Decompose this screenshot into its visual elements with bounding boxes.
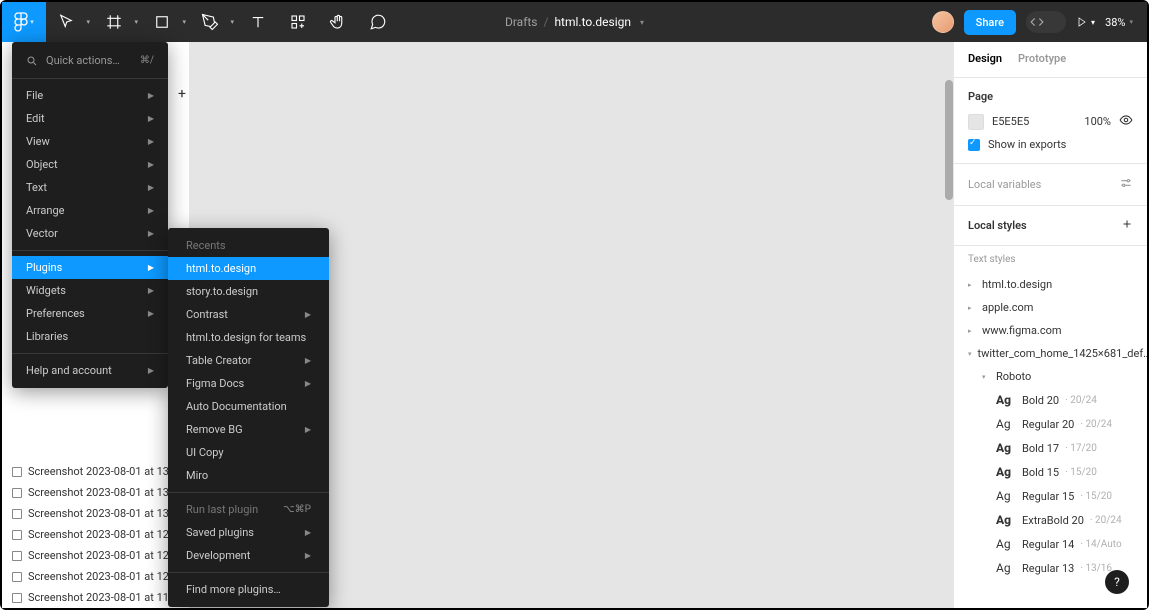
show-in-exports-label: Show in exports xyxy=(988,138,1066,151)
main-area: Design Prototype Page E5E5E5 100% Show i… xyxy=(2,42,1147,608)
ag-icon: Ag xyxy=(996,561,1016,575)
text-style-item[interactable]: AgExtraBold 2020/24 xyxy=(968,508,1133,532)
sliders-icon[interactable] xyxy=(1119,176,1133,193)
ag-icon: Ag xyxy=(996,489,1016,503)
text-tool[interactable] xyxy=(238,2,278,42)
style-group[interactable]: ▸html.to.design xyxy=(968,273,1133,296)
share-button[interactable]: Share xyxy=(964,10,1016,35)
local-variables-section[interactable]: Local variables xyxy=(954,164,1147,206)
ag-icon: Ag xyxy=(996,417,1016,431)
text-style-item[interactable]: AgRegular 1515/20 xyxy=(968,484,1133,508)
page-opacity[interactable]: 100% xyxy=(1084,115,1111,128)
style-group[interactable]: ▸apple.com xyxy=(968,296,1133,319)
help-button[interactable]: ? xyxy=(1105,570,1129,594)
canvas-scrollbar[interactable] xyxy=(945,80,953,200)
top-toolbar: ▾ ▾ ▾ ▾ ▾ Drafts / html.to.design ▾ Shar… xyxy=(2,2,1147,42)
ag-icon: Ag xyxy=(996,513,1016,527)
figma-logo-icon xyxy=(14,12,28,32)
right-panel-tabs: Design Prototype xyxy=(954,42,1147,78)
avatar[interactable] xyxy=(932,11,954,33)
ag-icon: Ag xyxy=(996,465,1016,479)
text-style-item[interactable]: AgBold 2020/24 xyxy=(968,388,1133,412)
pen-tool[interactable]: ▾ xyxy=(190,2,238,42)
resources-tool[interactable] xyxy=(278,2,318,42)
play-icon xyxy=(1076,16,1088,28)
ag-icon: Ag xyxy=(996,441,1016,455)
page-title: Page xyxy=(968,90,1133,103)
tab-prototype[interactable]: Prototype xyxy=(1018,52,1066,77)
right-panel: Design Prototype Page E5E5E5 100% Show i… xyxy=(953,42,1147,608)
page-hex[interactable]: E5E5E5 xyxy=(992,115,1076,128)
breadcrumb[interactable]: Drafts / html.to.design ▾ xyxy=(505,15,644,29)
text-style-item[interactable]: AgRegular 2020/24 xyxy=(968,412,1133,436)
breadcrumb-file: html.to.design xyxy=(554,15,631,29)
add-style-button[interactable] xyxy=(1121,218,1133,233)
font-family-group[interactable]: ▾Roboto xyxy=(968,365,1133,388)
hand-tool[interactable] xyxy=(318,2,358,42)
style-group-twitter[interactable]: ▾twitter_com_home_1425×681_def… xyxy=(968,342,1133,365)
tab-design[interactable]: Design xyxy=(968,52,1002,77)
toolbar-right: Share ▾ 38%▾ xyxy=(932,2,1147,42)
figma-menu-button[interactable]: ▾ xyxy=(2,2,46,42)
dev-mode-toggle[interactable] xyxy=(1026,11,1066,33)
style-group[interactable]: ▸www.figma.com xyxy=(968,319,1133,342)
chevron-down-icon: ▾ xyxy=(640,18,644,27)
zoom-control[interactable]: 38%▾ xyxy=(1105,16,1133,29)
frame-tool[interactable]: ▾ xyxy=(94,2,142,42)
styles-body: Text styles ▸html.to.design ▸apple.com ▸… xyxy=(954,246,1147,608)
comment-tool[interactable] xyxy=(358,2,398,42)
ag-icon: Ag xyxy=(996,537,1016,551)
page-color-swatch[interactable] xyxy=(968,114,984,130)
present-button[interactable]: ▾ xyxy=(1076,16,1095,28)
text-style-item[interactable]: AgBold 1717/20 xyxy=(968,436,1133,460)
code-icon xyxy=(1030,15,1044,29)
toolbar-left: ▾ ▾ ▾ ▾ ▾ xyxy=(2,2,398,42)
text-styles-label: Text styles xyxy=(968,254,1133,265)
visibility-icon[interactable] xyxy=(1119,113,1133,130)
text-style-item[interactable]: AgRegular 1414/Auto xyxy=(968,532,1133,556)
page-section: Page E5E5E5 100% Show in exports xyxy=(954,78,1147,164)
local-styles-header: Local styles xyxy=(954,206,1147,246)
breadcrumb-separator: / xyxy=(543,15,548,29)
move-tool[interactable]: ▾ xyxy=(46,2,94,42)
shape-tool[interactable]: ▾ xyxy=(142,2,190,42)
show-in-exports-checkbox[interactable] xyxy=(968,139,980,151)
ag-icon: Ag xyxy=(996,393,1016,407)
breadcrumb-parent: Drafts xyxy=(505,15,538,29)
text-style-item[interactable]: AgBold 1515/20 xyxy=(968,460,1133,484)
